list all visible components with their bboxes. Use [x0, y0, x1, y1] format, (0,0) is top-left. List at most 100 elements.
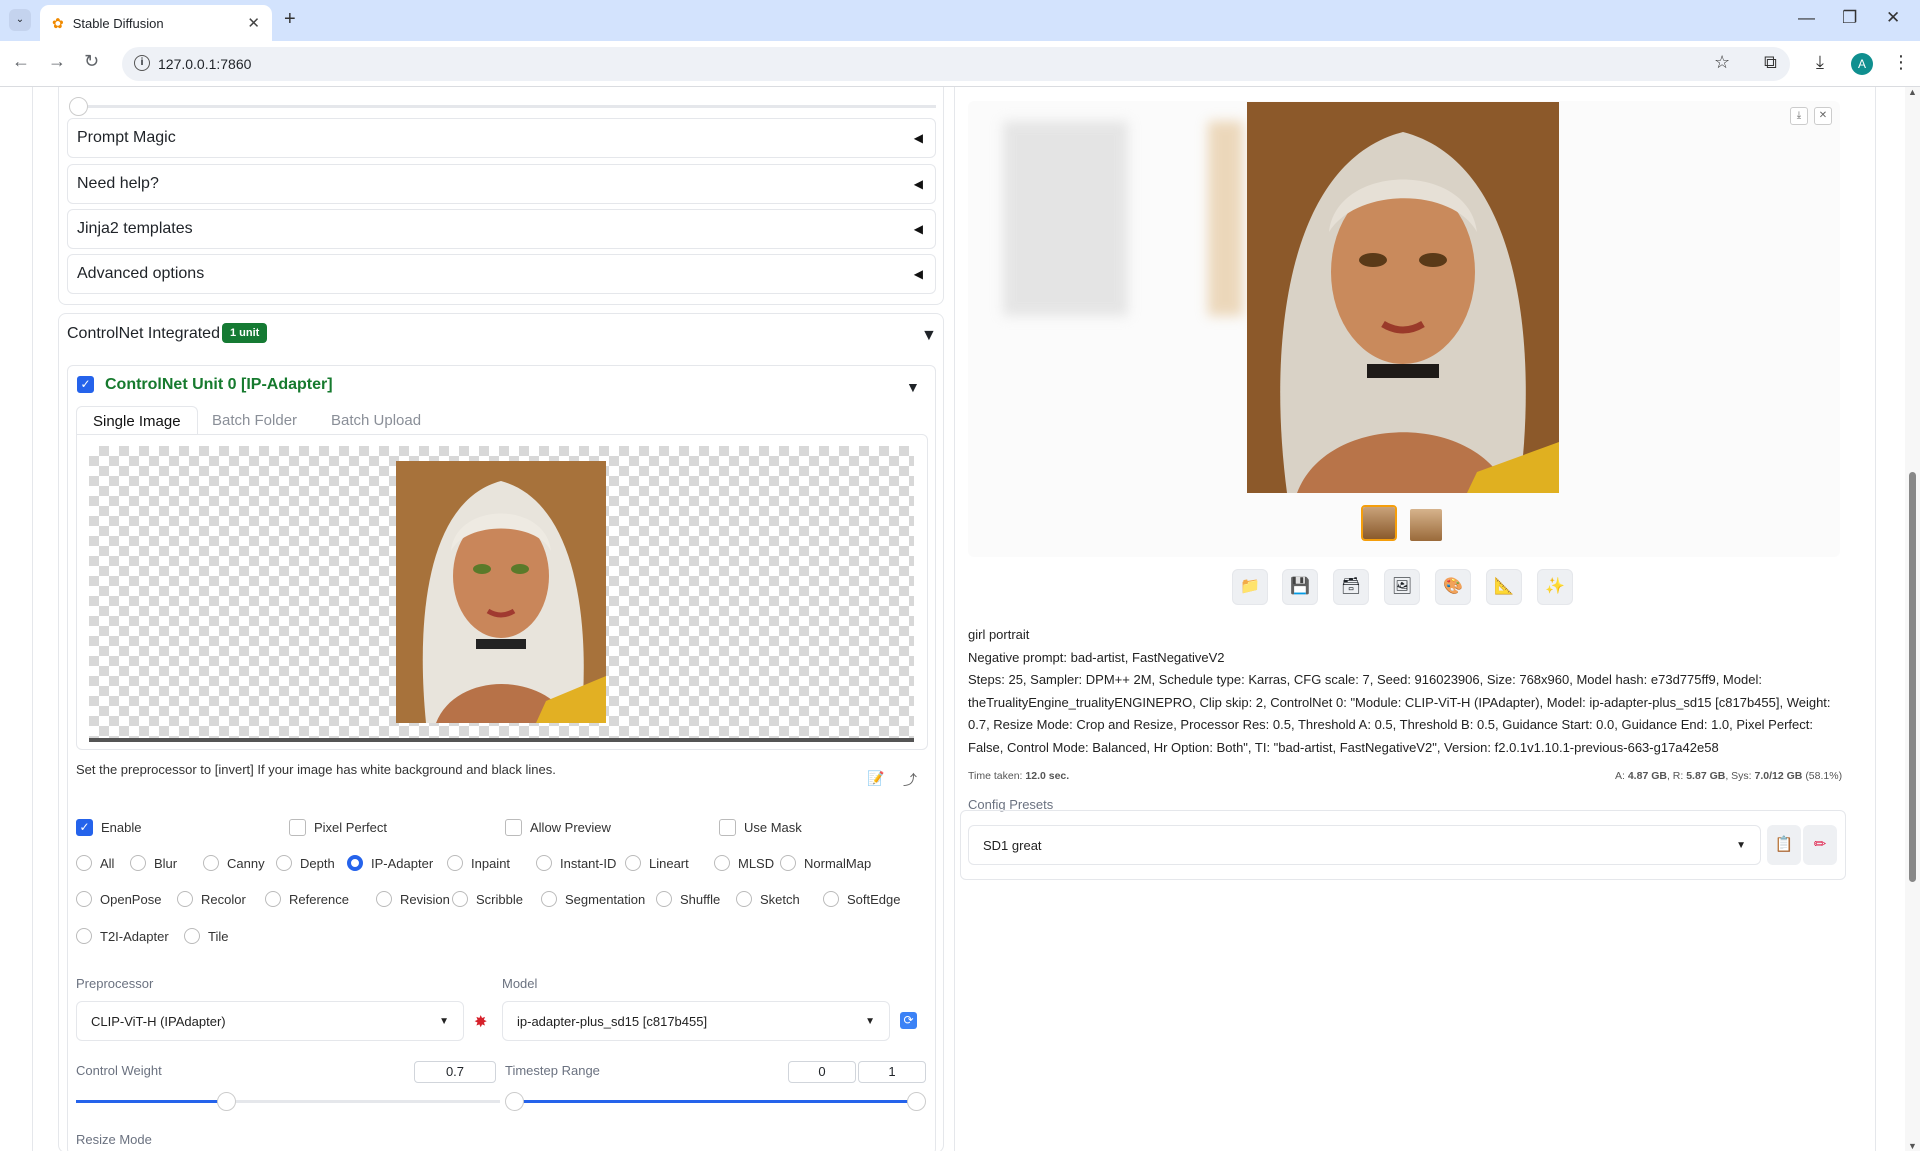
apply-preset-icon[interactable]: 📋	[1767, 825, 1801, 865]
control-weight-knob[interactable]	[217, 1092, 236, 1111]
unit-enable-checkbox[interactable]: ✓	[77, 376, 94, 393]
control-type-all[interactable]: All	[76, 855, 114, 871]
radio-button[interactable]	[625, 855, 641, 871]
restore-icon[interactable]: ❐	[1842, 8, 1857, 28]
allow-preview-checkbox[interactable]	[505, 819, 522, 836]
new-tab-icon[interactable]: +	[284, 8, 296, 31]
accordion-prompt-magic[interactable]: Prompt Magic ◀	[67, 118, 936, 158]
close-image-icon[interactable]: ✕	[1814, 107, 1832, 125]
expand-arrow-icon[interactable]: ▼	[921, 327, 937, 345]
download-icon[interactable]: ⤓	[1816, 52, 1824, 73]
control-type-instant-id[interactable]: Instant-ID	[536, 855, 616, 871]
accordion-jinja2-templates[interactable]: Jinja2 templates ◀	[67, 209, 936, 249]
address-bar[interactable]: i 127.0.0.1:7860	[122, 47, 1790, 81]
send-dimensions-icon[interactable]: 📝	[867, 770, 884, 787]
reload-icon[interactable]: ↻	[84, 51, 99, 72]
radio-button[interactable]	[823, 891, 839, 907]
send-to-inpaint-icon[interactable]: 🎨	[1435, 569, 1471, 605]
download-image-icon[interactable]: ⤓	[1790, 107, 1808, 125]
control-type-sketch[interactable]: Sketch	[736, 891, 800, 907]
radio-button[interactable]	[452, 891, 468, 907]
partial-slider[interactable]	[69, 97, 936, 116]
tab-search-icon[interactable]: ⌄	[9, 9, 31, 31]
radio-button[interactable]	[177, 891, 193, 907]
control-type-segmentation[interactable]: Segmentation	[541, 891, 645, 907]
menu-kebab-icon[interactable]: ⋮	[1892, 52, 1910, 73]
control-type-t2i-adapter[interactable]: T2I-Adapter	[76, 928, 169, 944]
control-type-softedge[interactable]: SoftEdge	[823, 891, 901, 907]
config-preset-dropdown[interactable]: SD1 great ▼	[968, 825, 1761, 865]
close-window-icon[interactable]: ✕	[1886, 8, 1900, 28]
control-type-shuffle[interactable]: Shuffle	[656, 891, 720, 907]
radio-button[interactable]	[780, 855, 796, 871]
radio-button[interactable]	[376, 891, 392, 907]
bookmark-star-icon[interactable]: ☆	[1714, 52, 1730, 73]
radio-button[interactable]	[265, 891, 281, 907]
close-tab-icon[interactable]: ✕	[247, 14, 260, 32]
rotate-icon[interactable]: ⤴	[903, 770, 917, 790]
avatar[interactable]: A	[1851, 53, 1873, 75]
radio-button[interactable]	[130, 855, 146, 871]
save-icon[interactable]: 💾	[1282, 569, 1318, 605]
page-scrollbar[interactable]: ▲ ▼	[1905, 87, 1920, 1151]
collapse-arrow-icon[interactable]: ◀	[914, 177, 923, 191]
enable-checkbox-row[interactable]: ✓ Enable	[76, 819, 141, 836]
unit-title[interactable]: ControlNet Unit 0 [IP-Adapter]	[105, 376, 333, 394]
tab-batch-folder[interactable]: Batch Folder	[196, 406, 313, 435]
timestep-end-knob[interactable]	[907, 1092, 926, 1111]
controlnet-title[interactable]: ControlNet Integrated	[67, 325, 220, 343]
unit-collapse-icon[interactable]: ▼	[906, 379, 920, 395]
collapse-arrow-icon[interactable]: ◀	[914, 131, 923, 145]
radio-button[interactable]	[203, 855, 219, 871]
image-canvas[interactable]	[89, 446, 914, 742]
tab-single-image[interactable]: Single Image	[76, 406, 198, 435]
timestep-end-input[interactable]: 1	[858, 1061, 926, 1083]
control-type-reference[interactable]: Reference	[265, 891, 349, 907]
pixel-perfect-checkbox[interactable]	[289, 819, 306, 836]
radio-button[interactable]	[541, 891, 557, 907]
radio-button[interactable]	[536, 855, 552, 871]
control-type-openpose[interactable]: OpenPose	[76, 891, 161, 907]
radio-button[interactable]	[184, 928, 200, 944]
generated-image[interactable]	[1247, 102, 1559, 493]
accordion-advanced-options[interactable]: Advanced options ◀	[67, 254, 936, 294]
control-type-normalmap[interactable]: NormalMap	[780, 855, 871, 871]
timestep-start-input[interactable]: 0	[788, 1061, 856, 1083]
back-icon[interactable]: ←	[12, 51, 30, 72]
control-type-mlsd[interactable]: MLSD	[714, 855, 774, 871]
pixel-perfect-row[interactable]: Pixel Perfect	[289, 819, 387, 836]
collapse-arrow-icon[interactable]: ◀	[914, 222, 923, 236]
preprocessor-dropdown[interactable]: CLIP-ViT-H (IPAdapter) ▼	[76, 1001, 464, 1041]
radio-button[interactable]	[276, 855, 292, 871]
model-dropdown[interactable]: ip-adapter-plus_sd15 [c817b455] ▼	[502, 1001, 890, 1041]
send-to-img2img-icon[interactable]: 🖼	[1384, 569, 1420, 605]
radio-button[interactable]	[656, 891, 672, 907]
minimize-icon[interactable]: —	[1798, 8, 1815, 28]
control-type-depth[interactable]: Depth	[276, 855, 335, 871]
gallery-thumb-1[interactable]	[1361, 505, 1397, 541]
control-type-recolor[interactable]: Recolor	[177, 891, 246, 907]
refresh-models-icon[interactable]: ⟳	[900, 1012, 917, 1029]
forward-icon[interactable]: →	[48, 51, 66, 72]
scrollbar-thumb[interactable]	[1909, 472, 1916, 882]
enable-checkbox[interactable]: ✓	[76, 819, 93, 836]
tab-batch-upload[interactable]: Batch Upload	[315, 406, 437, 435]
accordion-need-help[interactable]: Need help? ◀	[67, 164, 936, 204]
scroll-down-icon[interactable]: ▼	[1908, 1141, 1917, 1151]
control-type-blur[interactable]: Blur	[130, 855, 177, 871]
control-type-inpaint[interactable]: Inpaint	[447, 855, 510, 871]
control-type-scribble[interactable]: Scribble	[452, 891, 523, 907]
run-preprocessor-icon[interactable]: ✸	[474, 1012, 487, 1032]
zip-archive-icon[interactable]: 🗃	[1333, 569, 1369, 605]
radio-button[interactable]	[76, 891, 92, 907]
use-mask-row[interactable]: Use Mask	[719, 819, 802, 836]
control-type-tile[interactable]: Tile	[184, 928, 228, 944]
control-type-canny[interactable]: Canny	[203, 855, 265, 871]
control-type-lineart[interactable]: Lineart	[625, 855, 689, 871]
gallery-thumb-2[interactable]	[1408, 507, 1444, 543]
timestep-start-knob[interactable]	[505, 1092, 524, 1111]
collapse-arrow-icon[interactable]: ◀	[914, 267, 923, 281]
use-mask-checkbox[interactable]	[719, 819, 736, 836]
scroll-up-icon[interactable]: ▲	[1908, 87, 1917, 97]
open-folder-icon[interactable]: 📁	[1232, 569, 1268, 605]
